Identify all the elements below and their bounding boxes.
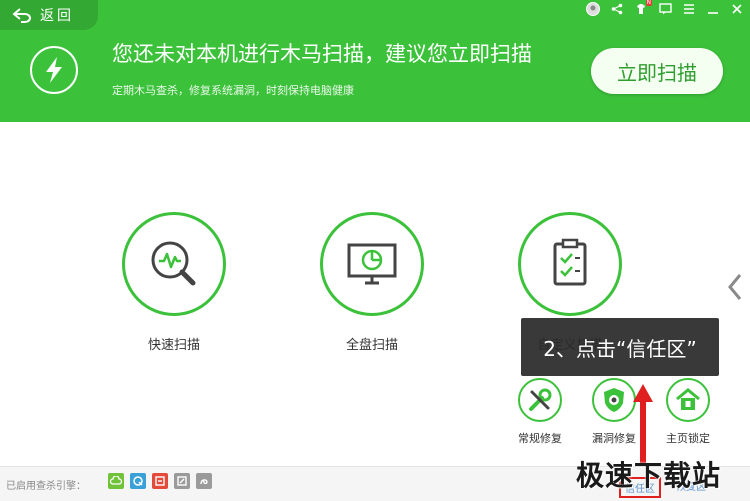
repair-tools-circle[interactable] [518,378,562,422]
back-arrow-icon [12,8,31,23]
header-banner: 返回 N 您还未对本机进行木马扫描，建议您立即扫描 定期木马查杀，修复系统漏洞，… [0,0,750,122]
quick-scan-card[interactable]: 快速扫描 [122,212,226,353]
tutorial-tooltip: 2、点击“信任区” [521,318,719,376]
quick-scan-label: 快速扫描 [147,338,200,353]
bitdefender-engine-icon[interactable] [196,473,212,489]
engines-label: 已启用查杀引擎： [6,481,86,492]
quick-scan-circle[interactable] [122,212,226,316]
system-repair-engine-icon[interactable] [152,473,168,489]
menu-icon[interactable] [682,2,696,16]
custom-scan-circle[interactable] [518,212,622,316]
qvm-engine-icon[interactable] [130,473,146,489]
repair-tools-card[interactable]: 常规修复 [505,378,575,446]
chevron-left-icon[interactable] [727,272,743,306]
site-watermark: 极速下载站 [576,459,722,492]
full-scan-label: 全盘扫描 [345,338,398,353]
window-controls: N [586,0,744,17]
header-subtitle: 定期木马查杀，修复系统漏洞，时刻保持电脑健康 [112,84,354,97]
back-label: 返回 [40,8,74,24]
homepage-lock-icon [676,388,700,410]
custom-scan-card[interactable]: 自定义扫描 [518,212,622,353]
scan-now-button[interactable]: 立即扫描 [591,48,723,94]
notification-badge: N [645,0,652,6]
share-icon[interactable] [610,2,624,16]
cloud-engine-icon[interactable] [108,473,124,489]
homepage-lock-circle[interactable] [666,378,710,422]
feedback-icon[interactable] [658,2,672,16]
repair-tools-label: 常规修复 [518,432,562,445]
lightning-badge-icon [30,46,78,94]
avira-engine-icon[interactable] [174,473,190,489]
skin-icon[interactable]: N [634,0,652,16]
custom-scan-icon [553,238,587,286]
repair-tools-icon [529,388,552,411]
homepage-lock-label: 主页锁定 [666,432,710,445]
full-scan-circle[interactable] [320,212,424,316]
back-button[interactable]: 返回 [0,0,98,30]
close-icon[interactable] [730,2,744,16]
user-avatar-icon[interactable] [586,2,600,16]
vulnerability-fix-circle[interactable] [592,378,636,422]
minimize-icon[interactable] [706,2,720,16]
full-scan-icon [347,243,397,285]
full-scan-card[interactable]: 全盘扫描 [320,212,424,353]
homepage-lock-card[interactable]: 主页锁定 [653,378,723,446]
header-title: 您还未对本机进行木马扫描，建议您立即扫描 [112,42,532,66]
vulnerability-fix-icon [604,388,624,412]
quick-scan-icon [151,241,196,286]
